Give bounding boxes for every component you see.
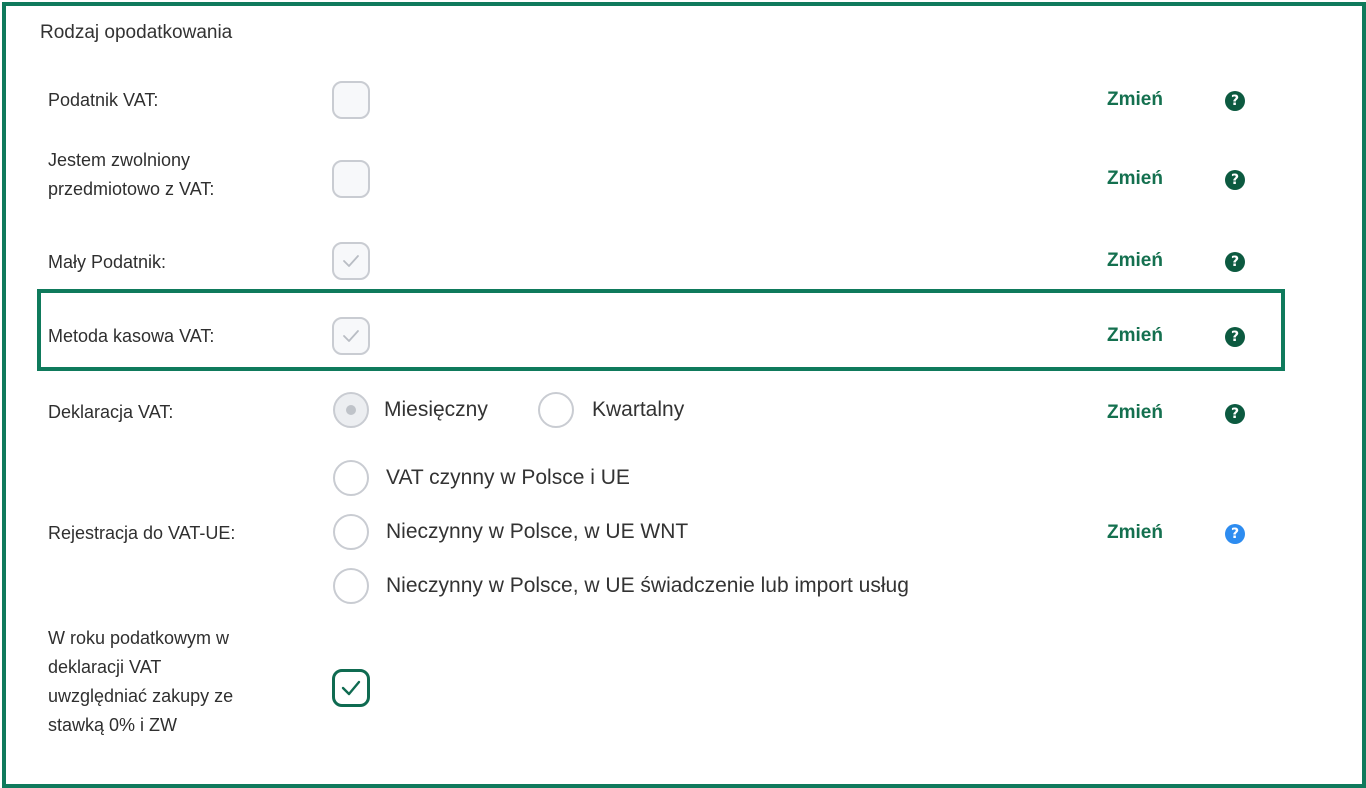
zwolniony-change-link[interactable]: Zmień: [1107, 168, 1163, 190]
rejestracja-label: Rejestracja do VAT-UE:: [48, 523, 236, 543]
section-title: Rodzaj opodatkowania: [40, 22, 233, 43]
check-icon: [343, 330, 359, 342]
zakupy-label-line: stawką 0% i ZW: [48, 715, 178, 735]
deklaracja-option-kwartalny[interactable]: Kwartalny: [592, 396, 684, 424]
rejestracja-radio-2[interactable]: [333, 568, 369, 604]
podatnik-vat-label: Podatnik VAT:: [48, 90, 159, 110]
podatnik-vat-change-link[interactable]: Zmień: [1107, 89, 1163, 111]
zakupy-label-line: uwzględniać zakupy ze: [48, 686, 234, 706]
zwolniony-label: Jestem zwolniony przedmiotowo z VAT:: [48, 146, 214, 204]
zakupy-label: W roku podatkowym w deklaracji VAT uwzgl…: [48, 624, 233, 740]
zwolniony-help-icon[interactable]: ?: [1225, 170, 1245, 190]
highlight-box: [37, 289, 1285, 371]
metoda-kasowa-label: Metoda kasowa VAT:: [48, 326, 215, 346]
maly-podatnik-help-icon[interactable]: ?: [1225, 252, 1245, 272]
zakupy-checkbox[interactable]: [332, 669, 370, 707]
rejestracja-option-2[interactable]: Nieczynny w Polsce, w UE świadczenie lub…: [386, 572, 909, 600]
check-icon: [341, 680, 361, 696]
podatnik-vat-help-icon[interactable]: ?: [1225, 91, 1245, 111]
rejestracja-help-icon[interactable]: ?: [1225, 524, 1245, 544]
maly-podatnik-checkbox[interactable]: [332, 242, 370, 280]
rejestracja-option-1[interactable]: Nieczynny w Polsce, w UE WNT: [386, 518, 688, 546]
zwolniony-label-line2: przedmiotowo z VAT:: [48, 179, 215, 199]
maly-podatnik-label: Mały Podatnik:: [48, 252, 167, 272]
deklaracja-label: Deklaracja VAT:: [48, 402, 174, 422]
zwolniony-checkbox[interactable]: [332, 160, 370, 198]
maly-podatnik-change-link[interactable]: Zmień: [1107, 250, 1163, 272]
radio-dot: [346, 405, 356, 415]
metoda-kasowa-change-link[interactable]: Zmień: [1107, 325, 1163, 347]
zakupy-label-line: W roku podatkowym w: [48, 628, 230, 648]
check-icon: [343, 255, 359, 267]
zakupy-label-line: deklaracji VAT: [48, 657, 162, 677]
deklaracja-help-icon[interactable]: ?: [1225, 404, 1245, 424]
podatnik-vat-checkbox[interactable]: [332, 81, 370, 119]
deklaracja-option-miesieczny[interactable]: Miesięczny: [384, 396, 488, 424]
rejestracja-radio-0[interactable]: [333, 460, 369, 496]
zwolniony-label-line1: Jestem zwolniony: [48, 150, 191, 170]
metoda-kasowa-help-icon[interactable]: ?: [1225, 327, 1245, 347]
rejestracja-change-link[interactable]: Zmień: [1107, 522, 1163, 544]
rejestracja-radio-1[interactable]: [333, 514, 369, 550]
metoda-kasowa-checkbox[interactable]: [332, 317, 370, 355]
rejestracja-option-0[interactable]: VAT czynny w Polsce i UE: [386, 464, 630, 492]
deklaracja-change-link[interactable]: Zmień: [1107, 402, 1163, 424]
deklaracja-radio-kwartalny[interactable]: [538, 392, 574, 428]
deklaracja-radio-miesieczny[interactable]: [333, 392, 369, 428]
